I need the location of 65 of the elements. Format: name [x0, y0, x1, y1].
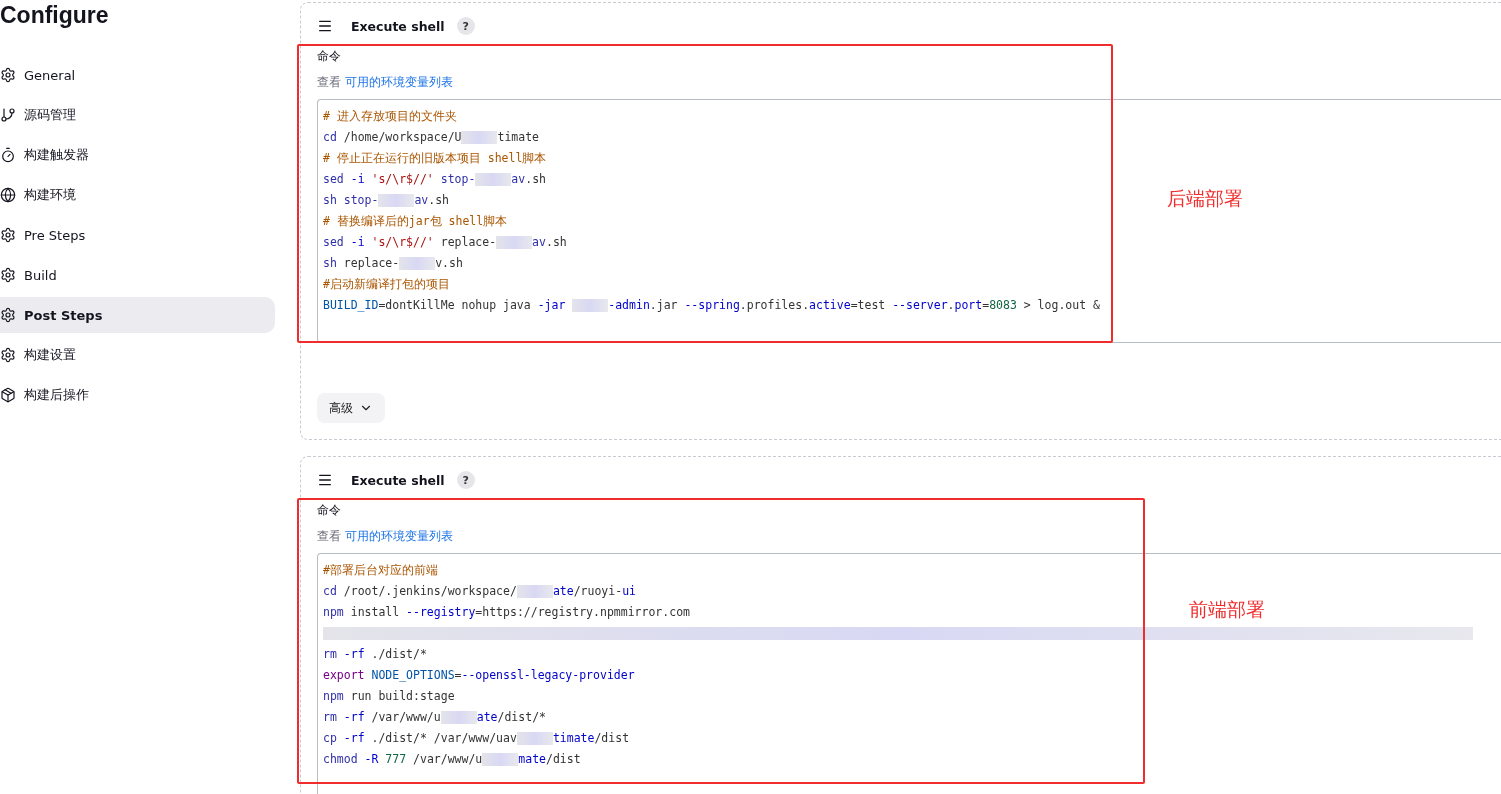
step-title: Execute shell — [351, 18, 445, 34]
sidebar-item[interactable]: 构建设置 — [0, 337, 275, 373]
env-prefix: 查看 — [317, 528, 341, 545]
advanced-button[interactable]: 高级 — [317, 393, 385, 423]
redacted-blur — [482, 753, 519, 766]
package-icon — [0, 387, 16, 403]
stopwatch-icon — [0, 147, 16, 163]
redacted-blur — [399, 257, 436, 270]
sidebar-item[interactable]: Pre Steps — [0, 217, 275, 253]
gear-icon — [0, 347, 16, 363]
code-line: cd /home/workspace/U timate — [323, 129, 540, 146]
gear-icon — [0, 227, 16, 243]
code-line: #部署后台对应的前端 — [323, 562, 438, 579]
gear-icon — [0, 267, 16, 283]
code-line: export NODE_OPTIONS=--openssl-legacy-provider — [323, 667, 635, 684]
code-line: # 进入存放项目的文件夹 — [323, 108, 457, 125]
code-line: sh replace- v.sh — [323, 255, 463, 272]
env-vars-link[interactable]: 可用的环境变量列表 — [345, 74, 453, 91]
code-editor[interactable] — [317, 99, 1501, 343]
code-line: npm install --registry=https://registry.npmmirror.com — [323, 604, 690, 621]
sidebar-item[interactable]: General — [0, 57, 275, 93]
sidebar-item[interactable]: Build — [0, 257, 275, 293]
drag-handle-icon[interactable] — [317, 472, 333, 488]
code-line: cd /root/.jenkins/workspace/ ate/ruoyi-ui — [323, 583, 636, 600]
sidebar-item[interactable]: Post Steps — [0, 297, 275, 333]
code-line: rm -rf /var/www/u ate/dist/* — [323, 709, 546, 726]
redacted-blur — [516, 732, 553, 745]
help-button[interactable]: ? — [456, 17, 475, 35]
env-vars-link[interactable]: 可用的环境变量列表 — [345, 528, 453, 545]
code-line: #启动新编译打包的项目 — [323, 276, 450, 293]
sidebar-item[interactable]: 构建触发器 — [0, 137, 275, 173]
branch-icon — [0, 107, 16, 123]
code-line: npm run build:stage — [323, 688, 455, 705]
code-line: cp -rf ./dist/* /var/www/uav timate/dist — [323, 730, 630, 747]
globe-icon — [0, 187, 16, 203]
drag-handle-icon[interactable] — [317, 18, 333, 34]
annotation-label: 前端部署 — [1189, 597, 1265, 622]
redacted-blur — [461, 131, 498, 144]
code-line: # 替换编译后的jar包 shell脚本 — [323, 213, 508, 230]
env-prefix: 查看 — [317, 74, 341, 91]
redacted-blur — [572, 299, 609, 312]
redacted-blur — [440, 711, 477, 724]
gear-icon — [0, 307, 16, 323]
redacted-blur — [475, 173, 512, 186]
help-button[interactable]: ? — [456, 471, 475, 489]
sidebar-item[interactable]: 构建后操作 — [0, 377, 275, 413]
redacted-blur — [496, 236, 533, 249]
code-line: sed -i 's/\r$//' replace- av.sh — [323, 234, 567, 251]
code-line: sh stop- av.sh — [323, 192, 450, 209]
code-line: BUILD_ID=dontKillMe nohup java -jar -admin.jar --spring.profiles.active=test --server.port=8083 > log.out & — [323, 297, 1100, 314]
redacted-blur — [516, 585, 553, 598]
code-line: sed -i 's/\r$//' stop- av.sh — [323, 171, 546, 188]
step-title: Execute shell — [351, 472, 445, 488]
code-line: # 停止正在运行的旧版本项目 shell脚本 — [323, 150, 547, 167]
sidebar-item[interactable]: 构建环境 — [0, 177, 275, 213]
redacted-blur — [378, 194, 415, 207]
code-line: rm -rf ./dist/* — [323, 646, 427, 663]
gear-icon — [0, 67, 16, 83]
sidebar-item[interactable]: 源码管理 — [0, 97, 275, 133]
annotation-label: 后端部署 — [1167, 186, 1243, 211]
field-label: 命令 — [317, 48, 342, 65]
page-title: Configure — [0, 1, 109, 30]
code-editor[interactable] — [317, 553, 1501, 794]
code-line: chmod -R 777 /var/www/u mate/dist — [323, 751, 581, 768]
field-label: 命令 — [317, 502, 342, 519]
